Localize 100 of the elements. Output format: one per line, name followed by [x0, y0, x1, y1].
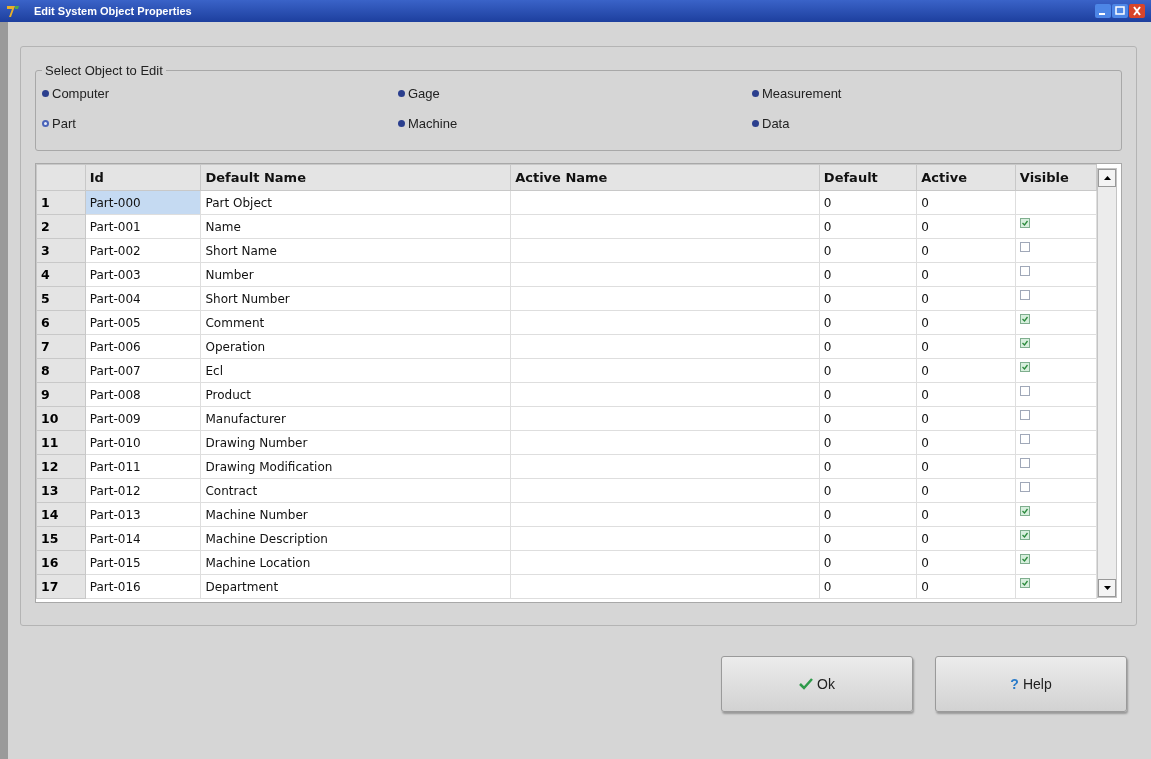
table-cell[interactable]: Part-000: [85, 190, 201, 215]
visible-checkbox[interactable]: [1019, 313, 1030, 324]
visible-checkbox[interactable]: [1019, 361, 1030, 372]
column-header[interactable]: Active: [916, 164, 1016, 191]
visible-checkbox[interactable]: [1019, 217, 1030, 228]
help-button[interactable]: ? Help: [935, 656, 1127, 712]
corner-header: [36, 164, 86, 191]
table-cell: Number: [201, 262, 511, 287]
row-number: 6: [36, 310, 86, 335]
column-header[interactable]: Visible: [1015, 164, 1097, 191]
table-cell[interactable]: Part-011: [85, 454, 201, 479]
table-cell: 0: [819, 286, 917, 311]
minimize-button[interactable]: [1095, 4, 1111, 18]
table-cell[interactable]: Part-005: [85, 310, 201, 335]
table-cell[interactable]: Part-010: [85, 430, 201, 455]
table-cell: 0: [819, 382, 917, 407]
radio-label[interactable]: Measurement: [762, 85, 842, 101]
visible-checkbox[interactable]: [1019, 385, 1030, 396]
column-header[interactable]: Active Name: [510, 164, 820, 191]
table-cell: 0: [916, 382, 1016, 407]
visible-checkbox[interactable]: [1019, 433, 1030, 444]
table-cell[interactable]: Part-013: [85, 502, 201, 527]
radio-label[interactable]: Part: [52, 115, 76, 131]
visible-checkbox[interactable]: [1019, 529, 1030, 540]
table-cell: Contract: [201, 478, 511, 503]
close-button[interactable]: [1129, 4, 1145, 18]
object-radio[interactable]: Data: [752, 114, 1115, 132]
table-cell: Comment: [201, 310, 511, 335]
scrollbar[interactable]: [1097, 168, 1117, 598]
row-number: 5: [36, 286, 86, 311]
table-cell: 0: [819, 526, 917, 551]
table-cell: 0: [916, 454, 1016, 479]
visible-checkbox[interactable]: [1019, 577, 1030, 588]
table-cell: 0: [819, 574, 917, 599]
table-cell[interactable]: Part-002: [85, 238, 201, 263]
table-cell: Name: [201, 214, 511, 239]
table-cell[interactable]: Part-012: [85, 478, 201, 503]
radio-indicator[interactable]: [398, 89, 405, 97]
ok-button[interactable]: Ok: [721, 656, 913, 712]
table-cell: 0: [916, 430, 1016, 455]
table-cell: 0: [819, 406, 917, 431]
radio-indicator[interactable]: [42, 89, 49, 97]
table-cell: 0: [916, 262, 1016, 287]
row-number: 10: [36, 406, 86, 431]
column-header[interactable]: Default: [819, 164, 917, 191]
row-number: 3: [36, 238, 86, 263]
row-number: 13: [36, 478, 86, 503]
table-cell: Drawing Modification: [201, 454, 511, 479]
radio-indicator[interactable]: [752, 89, 759, 97]
visible-checkbox[interactable]: [1019, 241, 1030, 252]
object-radio[interactable]: Measurement: [752, 84, 1115, 102]
table-cell: Operation: [201, 334, 511, 359]
radio-label[interactable]: Data: [762, 115, 790, 131]
table-cell: 0: [819, 214, 917, 239]
table-cell: Machine Location: [201, 550, 511, 575]
table-cell: 0: [916, 334, 1016, 359]
table-cell[interactable]: Part-016: [85, 574, 201, 599]
table-cell: Short Number: [201, 286, 511, 311]
table-cell[interactable]: Part-003: [85, 262, 201, 287]
table-cell[interactable]: Part-008: [85, 382, 201, 407]
app-logo-icon: [6, 4, 20, 18]
row-number: 9: [36, 382, 86, 407]
table-cell[interactable]: Part-007: [85, 358, 201, 383]
table-cell[interactable]: Part-006: [85, 334, 201, 359]
visible-checkbox[interactable]: [1019, 505, 1030, 516]
object-radio[interactable]: Gage: [398, 84, 752, 102]
maximize-button[interactable]: [1112, 4, 1128, 18]
column-header[interactable]: Id: [85, 164, 201, 191]
row-number: 8: [36, 358, 86, 383]
row-number: 15: [36, 526, 86, 551]
table-cell[interactable]: Part-015: [85, 550, 201, 575]
visible-checkbox[interactable]: [1019, 265, 1030, 276]
row-number: 17: [36, 574, 86, 599]
scroll-down-icon: [1103, 586, 1111, 590]
table-cell[interactable]: Part-009: [85, 406, 201, 431]
table-cell[interactable]: Part-014: [85, 526, 201, 551]
radio-label[interactable]: Computer: [52, 85, 110, 101]
visible-checkbox[interactable]: [1019, 289, 1030, 300]
table-cell: 0: [819, 502, 917, 527]
radio-label[interactable]: Gage: [408, 85, 440, 101]
column-header[interactable]: Default Name: [201, 164, 511, 191]
visible-checkbox[interactable]: [1019, 481, 1030, 492]
radio-indicator[interactable]: [398, 119, 405, 127]
object-radio[interactable]: Computer: [42, 84, 398, 102]
radio-indicator[interactable]: [752, 119, 759, 127]
window-title: Edit System Object Properties: [34, 5, 192, 17]
radio-indicator[interactable]: [42, 119, 49, 127]
visible-checkbox[interactable]: [1019, 409, 1030, 420]
table-cell: 0: [819, 550, 917, 575]
radio-label[interactable]: Machine: [408, 115, 458, 131]
table-cell: 0: [819, 334, 917, 359]
visible-checkbox[interactable]: [1019, 457, 1030, 468]
object-radio[interactable]: Part: [42, 114, 398, 132]
table-cell: Machine Number: [201, 502, 511, 527]
object-radio[interactable]: Machine: [398, 114, 752, 132]
table-cell[interactable]: Part-004: [85, 286, 201, 311]
table-cell[interactable]: Part-001: [85, 214, 201, 239]
visible-checkbox[interactable]: [1019, 553, 1030, 564]
visible-checkbox[interactable]: [1019, 337, 1030, 348]
group-title: Select Object to Edit: [44, 63, 164, 78]
